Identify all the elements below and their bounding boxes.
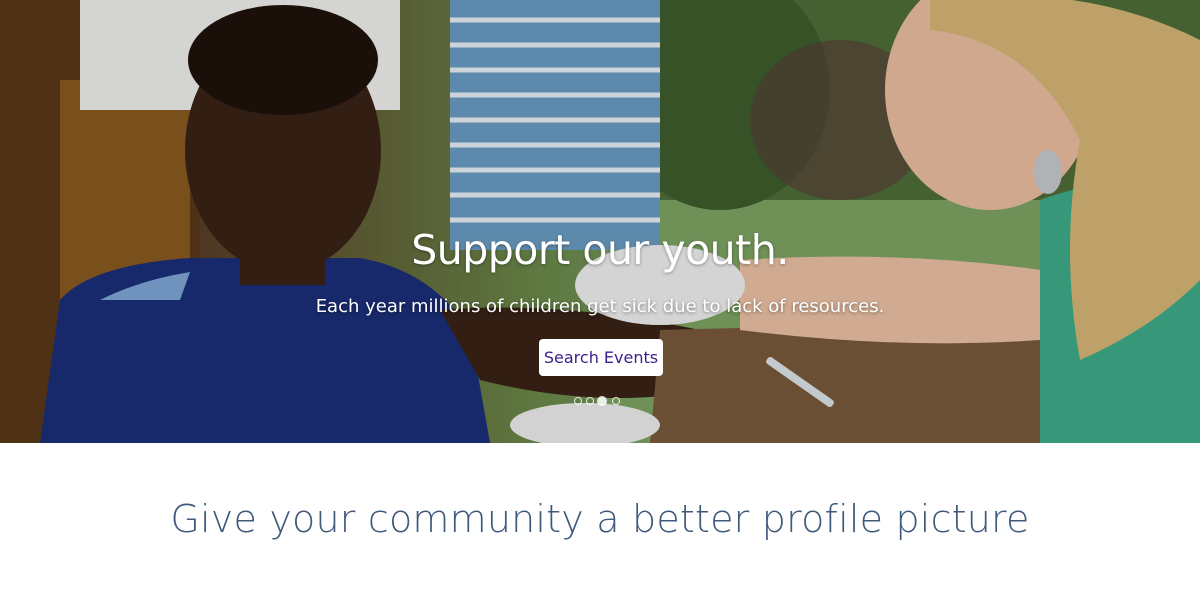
carousel-dot-3-active[interactable] xyxy=(597,396,607,406)
hero-title: Support our youth. xyxy=(411,226,789,274)
carousel-indicators xyxy=(570,396,630,408)
hero-subtitle: Each year millions of children get sick … xyxy=(315,296,885,317)
hero-banner: Support our youth. Each year millions of… xyxy=(0,0,1200,443)
search-events-button[interactable]: Search Events xyxy=(539,339,663,376)
section-heading: Give your community a better profile pic… xyxy=(170,497,1030,541)
carousel-dot-4[interactable] xyxy=(612,397,620,405)
carousel-dot-2[interactable] xyxy=(586,397,594,405)
hero-overlay xyxy=(0,0,1200,443)
carousel-dot-1[interactable] xyxy=(574,397,582,405)
